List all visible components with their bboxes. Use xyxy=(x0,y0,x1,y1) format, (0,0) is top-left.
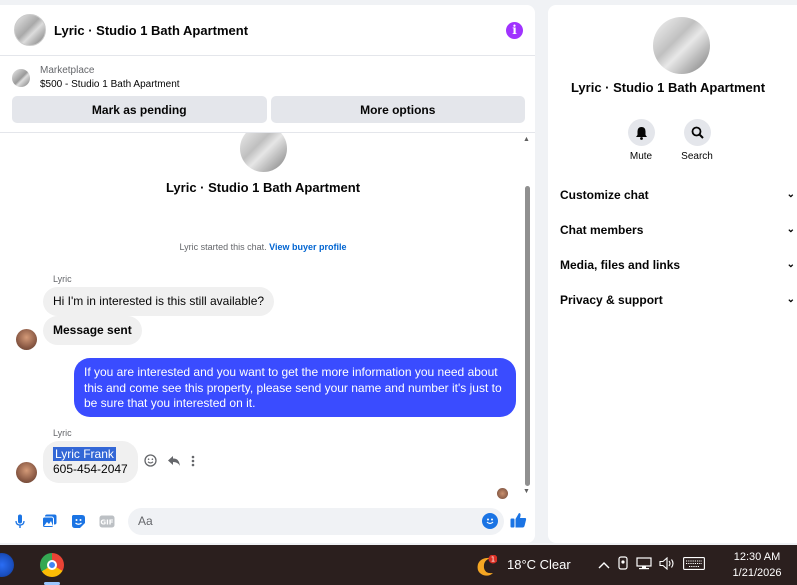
clock-date: 1/21/2026 xyxy=(732,567,782,579)
network-icon[interactable] xyxy=(636,556,652,573)
camera-icon[interactable] xyxy=(617,556,629,573)
message-bubble-outgoing[interactable]: If you are interested and you want to ge… xyxy=(74,358,516,417)
taskbar: 1 18°C Clear 12:30 AM 1/21/2026 xyxy=(0,545,797,585)
more-options-button[interactable]: More options xyxy=(270,96,525,123)
listing-title: $500 - Studio 1 Bath Apartment xyxy=(40,79,180,90)
read-receipt-avatar xyxy=(497,488,508,499)
message-input[interactable]: Aa xyxy=(128,507,504,535)
search-icon[interactable] xyxy=(683,119,711,146)
view-buyer-profile-link[interactable]: View buyer profile xyxy=(269,242,346,252)
weather-moon-icon[interactable]: 1 xyxy=(475,554,498,577)
scroll-thumb[interactable] xyxy=(525,186,530,486)
customize-chat-item[interactable]: Customize chat ⌄ xyxy=(548,177,797,212)
info-icon[interactable]: i xyxy=(506,21,523,39)
system-clock[interactable]: 12:30 AM 1/21/2026 xyxy=(725,549,789,581)
media-files-links-item[interactable]: Media, files and links ⌄ xyxy=(548,247,797,282)
info-title: Lyric · Studio 1 Bath Apartment xyxy=(570,80,766,95)
info-avatar[interactable] xyxy=(653,17,710,74)
mute-label: Mute xyxy=(629,151,653,162)
menu-item-label: Privacy & support xyxy=(560,292,663,307)
scroll-up-icon[interactable]: ▲ xyxy=(523,136,530,143)
marketplace-label: Marketplace xyxy=(40,65,95,76)
mark-pending-button[interactable]: Mark as pending xyxy=(12,96,267,123)
menu-item-label: Customize chat xyxy=(560,187,649,202)
chevron-down-icon: ⌄ xyxy=(786,259,795,270)
chevron-down-icon: ⌄ xyxy=(786,189,795,200)
menu-item-label: Chat members xyxy=(560,222,644,237)
bell-icon[interactable] xyxy=(627,119,655,146)
system-tray xyxy=(598,556,705,573)
listing-actions: Mark as pending More options xyxy=(0,92,535,123)
search-button[interactable]: Search xyxy=(680,119,714,162)
thumbs-up-icon[interactable] xyxy=(510,512,527,531)
phone-number[interactable]: 605-454-2047 xyxy=(53,462,128,477)
sticker-icon[interactable] xyxy=(70,513,86,529)
chat-panel: Lyric · Studio 1 Bath Apartment i Market… xyxy=(0,5,535,543)
listing-thumbnail xyxy=(12,69,30,87)
chevron-down-icon: ⌄ xyxy=(786,224,795,235)
weather-badge: 1 xyxy=(491,556,495,564)
system-message: Lyric started this chat. View buyer prof… xyxy=(0,242,522,252)
chat-members-item[interactable]: Chat members ⌄ xyxy=(548,212,797,247)
reply-icon[interactable] xyxy=(167,455,181,470)
keyboard-icon[interactable] xyxy=(683,556,705,573)
sender-label: Lyric xyxy=(53,274,72,284)
menu-item-label: Media, files and links xyxy=(560,257,681,272)
sender-avatar[interactable] xyxy=(16,329,37,350)
microphone-icon[interactable] xyxy=(12,513,28,529)
sender-label: Lyric xyxy=(53,428,72,438)
search-label: Search xyxy=(681,151,713,162)
chevron-up-icon[interactable] xyxy=(598,557,610,572)
selected-name-text[interactable]: Lyric Frank xyxy=(53,447,116,461)
chevron-down-icon: ⌄ xyxy=(786,294,795,305)
conversation-title: Lyric · Studio 1 Bath Apartment xyxy=(165,180,361,195)
marketplace-listing[interactable]: Marketplace $500 - Studio 1 Bath Apartme… xyxy=(0,56,535,92)
more-icon[interactable] xyxy=(191,455,195,470)
weather-text[interactable]: 18°C Clear xyxy=(507,557,571,572)
chat-avatar[interactable] xyxy=(14,14,46,46)
photo-icon[interactable] xyxy=(41,513,57,529)
react-icon[interactable] xyxy=(144,454,157,470)
message-input-placeholder: Aa xyxy=(138,514,153,528)
composer: GIF Aa xyxy=(0,505,535,537)
message-tools xyxy=(144,454,195,470)
message-bubble-incoming[interactable]: Hi I'm in interested is this still avail… xyxy=(43,287,275,316)
chat-info-panel: Lyric · Studio 1 Bath Apartment Mute Sea… xyxy=(548,5,797,543)
emoji-icon[interactable] xyxy=(482,513,498,529)
scroll-down-icon[interactable]: ▼ xyxy=(523,488,530,495)
gif-icon[interactable]: GIF xyxy=(99,513,115,529)
volume-icon[interactable] xyxy=(659,556,676,573)
info-actions: Mute Search xyxy=(624,119,714,162)
browser-profile-icon[interactable] xyxy=(0,553,14,577)
chrome-icon[interactable] xyxy=(40,553,64,577)
sender-avatar[interactable] xyxy=(16,462,37,483)
info-menu: Customize chat ⌄ Chat members ⌄ Media, f… xyxy=(548,177,797,317)
scrollbar[interactable]: ▲ ▼ xyxy=(522,136,532,500)
conversation-avatar xyxy=(240,133,287,172)
chat-title[interactable]: Lyric · Studio 1 Bath Apartment xyxy=(54,23,506,38)
clock-time: 12:30 AM xyxy=(733,551,781,563)
message-list[interactable]: Lyric · Studio 1 Bath Apartment Lyric st… xyxy=(0,133,522,503)
mute-button[interactable]: Mute xyxy=(624,119,658,162)
privacy-support-item[interactable]: Privacy & support ⌄ xyxy=(548,282,797,317)
chat-header: Lyric · Studio 1 Bath Apartment i xyxy=(0,5,535,56)
svg-text:GIF: GIF xyxy=(100,518,113,526)
message-bubble-incoming[interactable]: Message sent xyxy=(43,316,142,345)
message-bubble-incoming[interactable]: Lyric Frank 605-454-2047 xyxy=(43,441,138,483)
system-text: Lyric started this chat. xyxy=(179,242,267,252)
